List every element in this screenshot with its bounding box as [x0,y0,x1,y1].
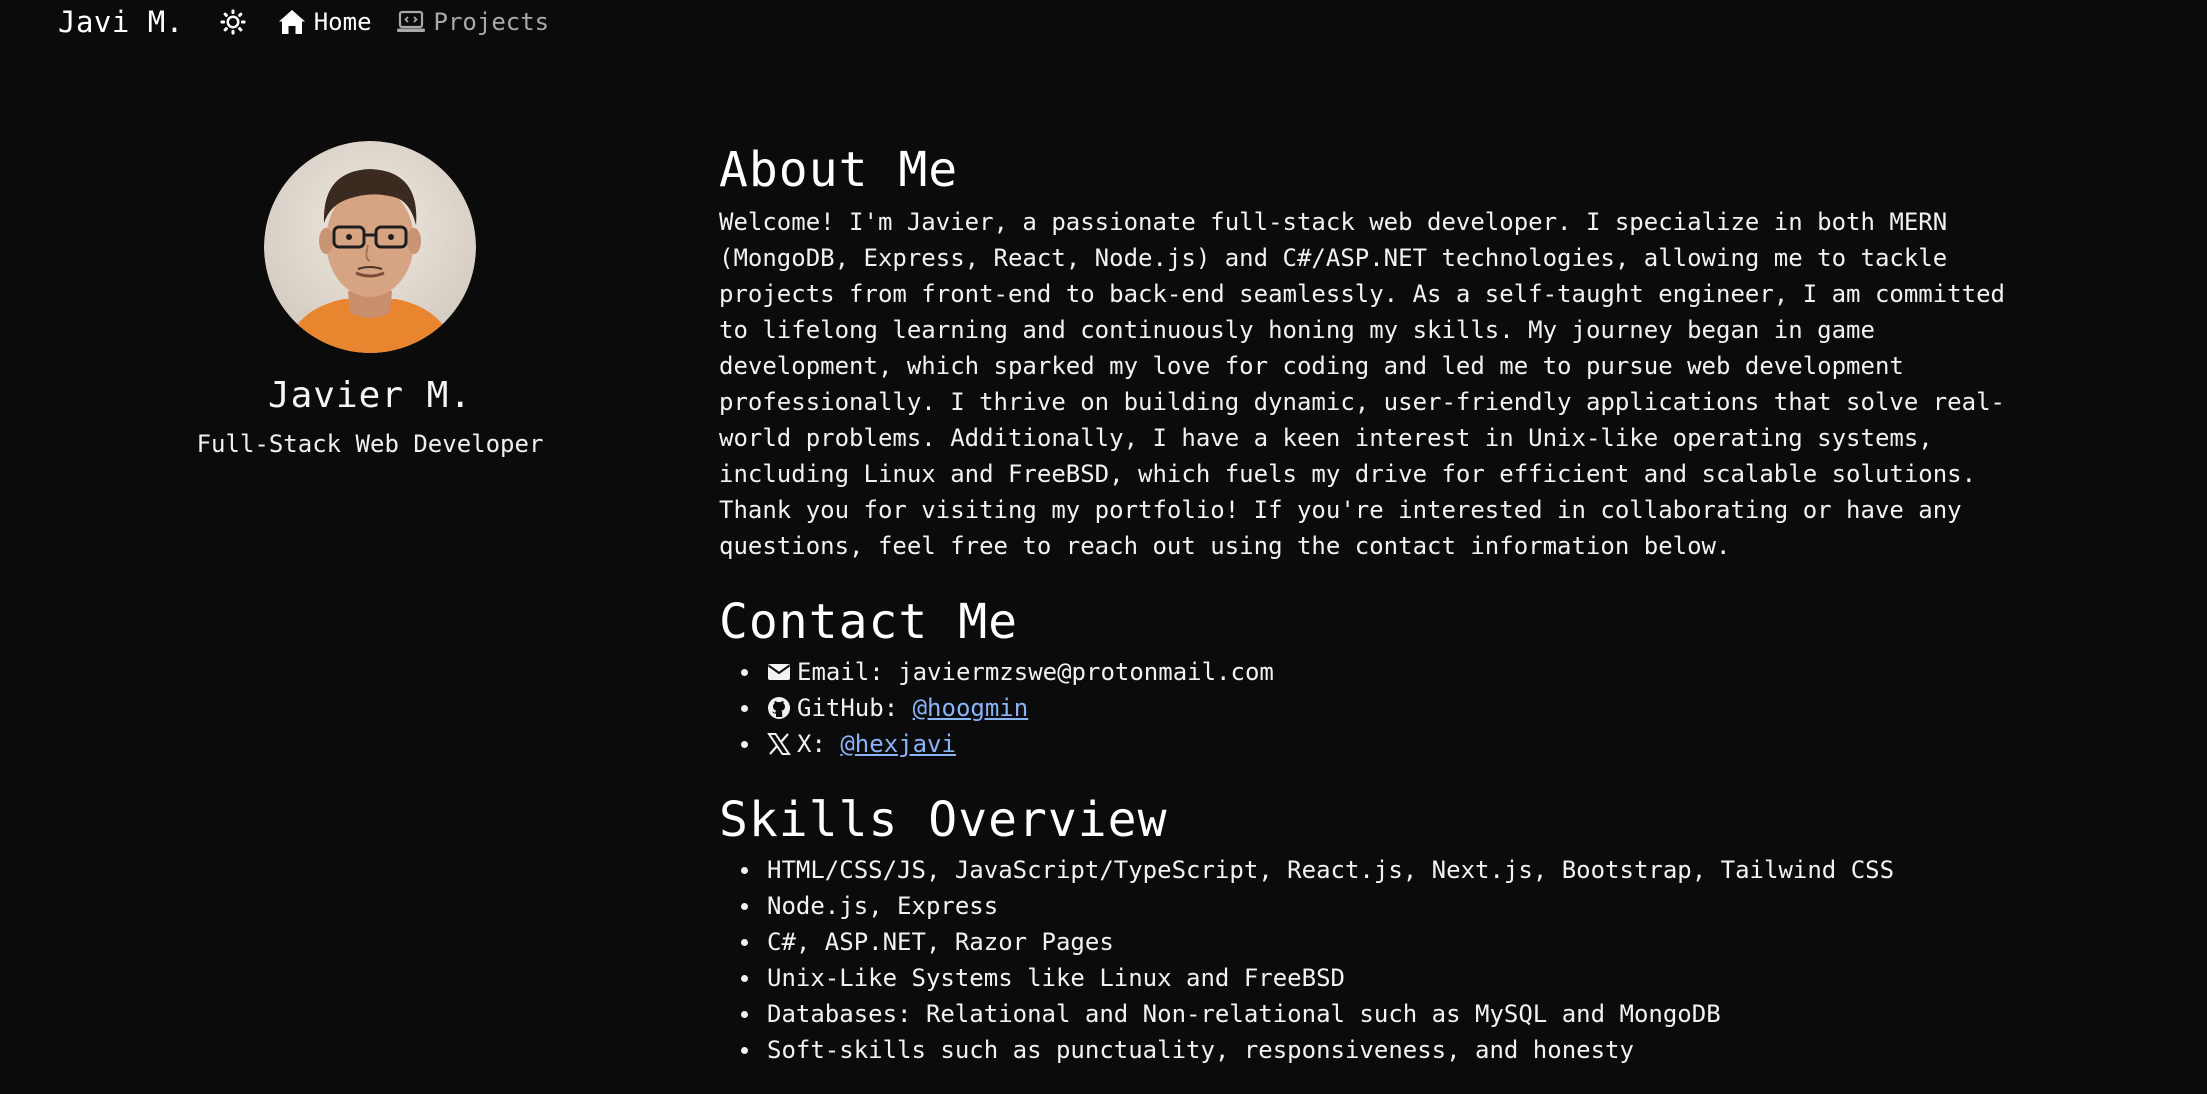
top-navbar: Javi M. Home Projects [58,0,573,44]
laptop-code-icon [396,10,425,32]
skills-list: HTML/CSS/JS, JavaScript/TypeScript, Reac… [719,852,2019,1068]
contact-github-item: GitHub: @hoogmin [741,690,2019,726]
github-icon [768,697,790,719]
about-heading: About Me [719,142,959,198]
nav-link-home-label: Home [313,8,372,36]
skills-heading: Skills Overview [719,792,1168,848]
x-twitter-icon [767,733,791,755]
skill-item: C#, ASP.NET, Razor Pages [741,924,2019,960]
contact-heading: Contact Me [719,594,1018,650]
email-value: javiermzswe@protonmail.com [898,658,1274,686]
x-link[interactable]: @hexjavi [840,730,956,758]
contact-section: Contact Me Email: javiermzswe@protonmail… [719,592,2019,762]
contact-email-item: Email: javiermzswe@protonmail.com [741,654,2019,690]
about-section: About Me Welcome! I'm Javier, a passiona… [719,140,2019,564]
about-text: Welcome! I'm Javier, a passionate full-s… [719,208,2005,560]
sun-icon [220,9,246,35]
main-content: About Me Welcome! I'm Javier, a passiona… [719,140,2019,1068]
email-label: Email: [797,658,884,686]
skill-item: Node.js, Express [741,888,2019,924]
skill-item: Soft-skills such as punctuality, respons… [741,1032,2019,1068]
nav-link-home[interactable]: Home [278,8,372,36]
avatar [264,141,476,353]
contact-x-item: X: @hexjavi [741,726,2019,762]
profile-title: Full-Stack Web Developer [196,430,544,458]
skill-item: HTML/CSS/JS, JavaScript/TypeScript, Reac… [741,852,2019,888]
nav-link-projects[interactable]: Projects [396,8,550,36]
profile-card: Javier M. Full-Stack Web Developer [160,141,580,458]
skill-item: Unix-Like Systems like Linux and FreeBSD [741,960,2019,996]
x-label: X: [797,730,826,758]
brand-logo[interactable]: Javi M. [58,5,184,39]
github-link[interactable]: @hoogmin [913,694,1029,722]
github-label: GitHub: [797,694,899,722]
home-icon [278,10,305,34]
profile-name: Javier M. [267,375,473,416]
envelope-icon [767,664,791,680]
nav-link-projects-label: Projects [433,8,550,36]
theme-toggle-button[interactable] [218,7,248,37]
contact-list: Email: javiermzswe@protonmail.com GitHub… [719,654,2019,762]
skills-section: Skills Overview HTML/CSS/JS, JavaScript/… [719,790,2019,1068]
skill-item: Databases: Relational and Non-relational… [741,996,2019,1032]
